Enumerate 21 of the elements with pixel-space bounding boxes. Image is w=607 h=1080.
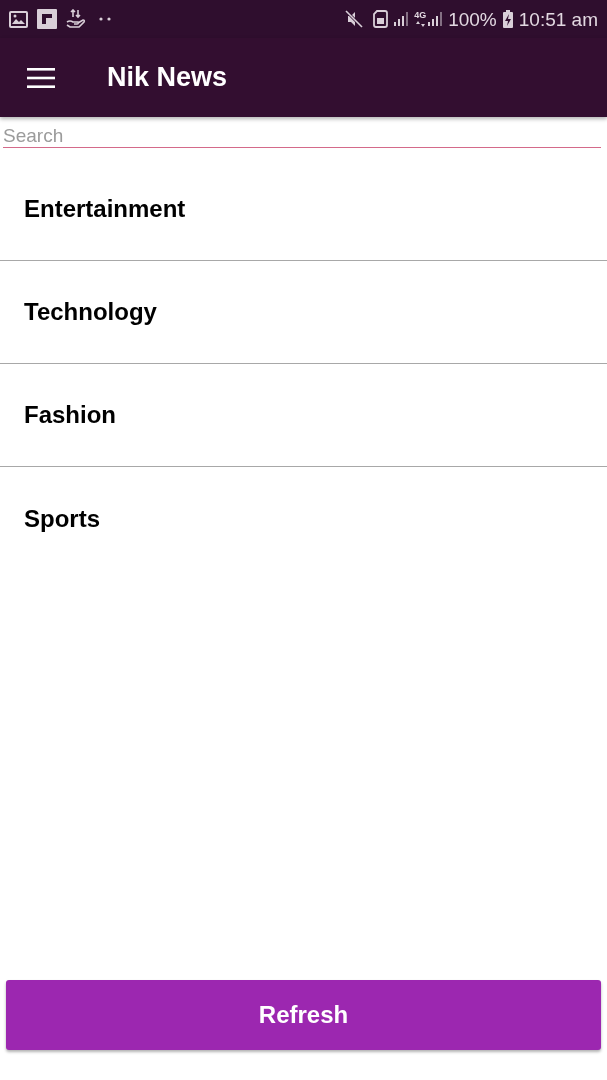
network-type: 4G <box>414 11 427 20</box>
signal-icon <box>394 12 409 26</box>
data-arrows-icon <box>415 21 425 27</box>
battery-charging-icon <box>502 10 513 28</box>
more-notifications-icon <box>99 17 111 21</box>
mute-icon <box>345 10 364 28</box>
data-transfer-icon <box>66 9 86 29</box>
app-notification-icon <box>37 9 57 29</box>
category-item[interactable]: Fashion <box>0 364 607 467</box>
refresh-button[interactable]: Refresh <box>6 980 601 1050</box>
image-icon <box>9 10 28 28</box>
sim-card-icon <box>373 10 389 28</box>
signal-icon <box>428 12 443 26</box>
category-item[interactable]: Sports <box>0 467 607 570</box>
clock: 10:51 am <box>518 9 598 29</box>
battery-level: 100% <box>448 9 497 29</box>
app-title: Nik News <box>107 64 228 91</box>
menu-icon <box>27 67 55 88</box>
category-item[interactable]: Technology <box>0 261 607 364</box>
category-item[interactable]: Entertainment <box>0 158 607 261</box>
search-field[interactable]: Search <box>3 125 601 148</box>
